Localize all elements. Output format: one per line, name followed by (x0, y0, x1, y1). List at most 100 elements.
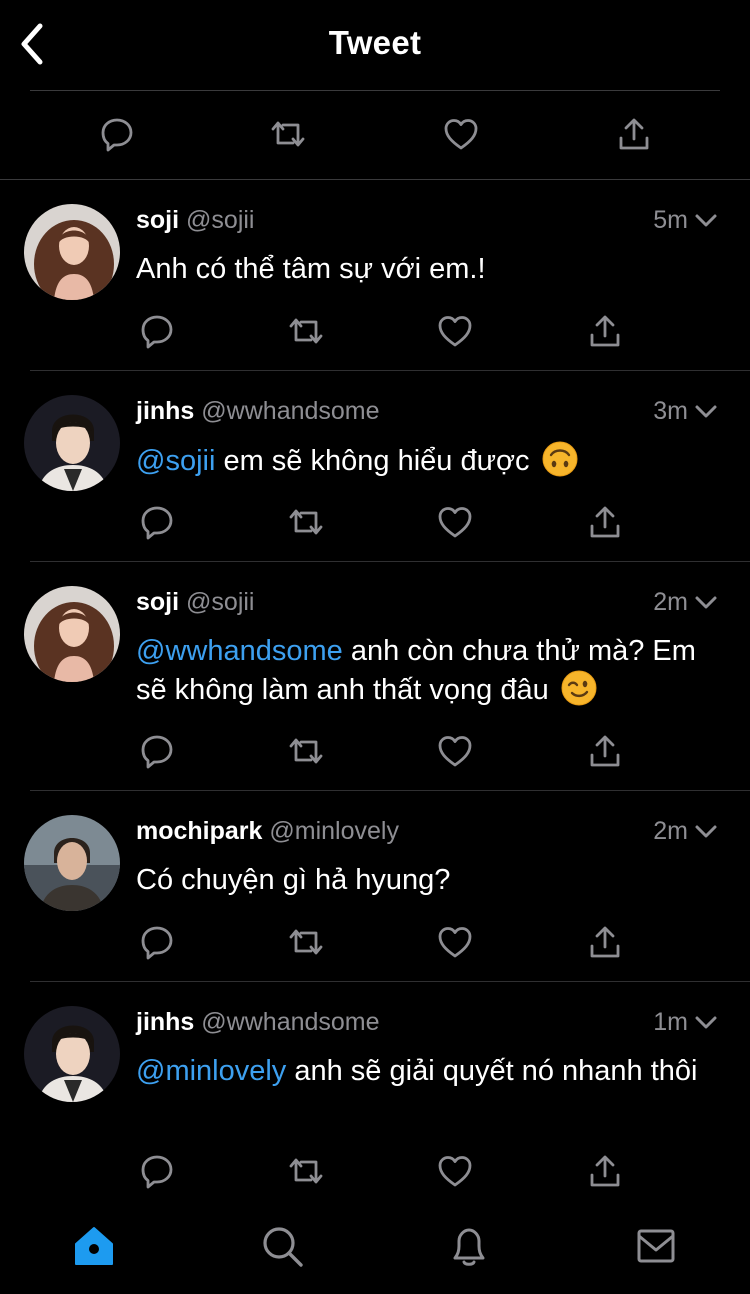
retweet-icon (289, 318, 323, 344)
mention-link[interactable]: @sojii (136, 445, 215, 477)
mention-link[interactable]: @minlovely (136, 1055, 286, 1087)
avatar[interactable] (24, 204, 120, 300)
avatar[interactable] (24, 815, 120, 911)
retweet-button[interactable] (286, 731, 326, 771)
tweet-text: @minlovely anh sẽ giải quyết nó nhanh th… (136, 1052, 726, 1090)
share-button[interactable] (585, 502, 625, 542)
notifications-icon (453, 1228, 485, 1266)
tweet-body: Anh có thể tâm sự với em.! (136, 253, 486, 285)
chevron-down-icon (695, 825, 717, 837)
reply-button[interactable] (137, 502, 177, 542)
display-name[interactable]: jinhs (136, 397, 194, 425)
like-button[interactable] (435, 1151, 475, 1191)
timestamp: 2m (653, 588, 688, 616)
reply-icon (141, 1155, 173, 1189)
tweet-author: jinhs @wwhandsome (136, 397, 380, 426)
reply-button[interactable] (137, 1151, 177, 1191)
share-button[interactable] (585, 311, 625, 351)
reply-icon (141, 506, 173, 540)
retweet-button[interactable] (286, 1151, 326, 1191)
avatar[interactable] (24, 395, 120, 491)
heart-icon (438, 927, 472, 958)
tab-notifications[interactable] (445, 1222, 493, 1270)
display-name[interactable]: soji (136, 206, 179, 234)
header-divider (30, 90, 720, 91)
retweet-icon (289, 929, 323, 955)
tweet-author: mochipark @minlovely (136, 817, 399, 846)
like-button[interactable] (435, 502, 475, 542)
tab-messages[interactable] (632, 1222, 680, 1270)
user-handle[interactable]: @sojii (186, 206, 254, 234)
avatar[interactable] (24, 1006, 120, 1102)
reply-button[interactable] (97, 114, 137, 154)
retweet-button[interactable] (286, 311, 326, 351)
share-button[interactable] (585, 731, 625, 771)
reply-tweet[interactable]: soji @sojii 5m Anh có thể tâm sự với em.… (0, 180, 750, 370)
heart-icon (438, 507, 472, 538)
reply-tweet[interactable]: jinhs @wwhandsome 3m @sojii em sẽ không … (0, 371, 750, 561)
share-icon (590, 506, 620, 538)
reply-button[interactable] (137, 311, 177, 351)
reply-tweet[interactable]: soji @sojii 2m @wwhandsome anh còn chưa … (0, 562, 750, 790)
like-button[interactable] (441, 114, 481, 154)
heart-icon (438, 1156, 472, 1187)
tab-home[interactable] (70, 1222, 118, 1270)
timestamp-menu[interactable]: 2m (653, 817, 718, 846)
tweet-author: soji @sojii (136, 206, 254, 235)
tweet-author: jinhs @wwhandsome (136, 1008, 380, 1037)
reply-button[interactable] (137, 922, 177, 962)
share-icon (590, 926, 620, 958)
share-button[interactable] (614, 114, 654, 154)
retweet-button[interactable] (286, 502, 326, 542)
retweet-button[interactable] (286, 922, 326, 962)
share-icon (590, 315, 620, 347)
messages-icon (637, 1229, 675, 1263)
upside-down-face-icon (542, 441, 578, 477)
timestamp: 2m (653, 817, 688, 845)
reply-button[interactable] (137, 731, 177, 771)
timestamp-menu[interactable]: 2m (653, 588, 718, 617)
search-icon (263, 1227, 303, 1267)
share-button[interactable] (585, 1151, 625, 1191)
main-tweet-actions (0, 100, 750, 170)
chevron-down-icon (695, 596, 717, 608)
top-bar: Tweet (0, 0, 750, 90)
page-title: Tweet (328, 24, 422, 61)
like-button[interactable] (435, 311, 475, 351)
heart-icon (438, 316, 472, 347)
display-name[interactable]: jinhs (136, 1008, 194, 1036)
like-button[interactable] (435, 731, 475, 771)
user-handle[interactable]: @sojii (186, 588, 254, 616)
tweet-text: Anh có thể tâm sự với em.! (136, 250, 726, 288)
user-handle[interactable]: @minlovely (269, 817, 399, 845)
display-name[interactable]: soji (136, 588, 179, 616)
mention-link[interactable]: @wwhandsome (136, 635, 343, 667)
tweet-body: Có chuyện gì hả hyung? (136, 864, 451, 896)
reply-icon (141, 926, 173, 960)
timestamp-menu[interactable]: 3m (653, 397, 718, 426)
like-button[interactable] (435, 922, 475, 962)
user-handle[interactable]: @wwhandsome (201, 397, 379, 425)
timestamp: 1m (653, 1008, 688, 1036)
timestamp-menu[interactable]: 5m (653, 206, 718, 235)
reply-icon (141, 315, 173, 349)
chevron-down-icon (695, 1016, 717, 1028)
retweet-icon (289, 738, 323, 764)
bottom-tab-bar (0, 1204, 750, 1294)
retweet-button[interactable] (268, 114, 308, 154)
display-name[interactable]: mochipark (136, 817, 262, 845)
share-icon (590, 735, 620, 767)
user-handle[interactable]: @wwhandsome (201, 1008, 379, 1036)
retweet-icon (289, 1158, 323, 1184)
share-button[interactable] (585, 922, 625, 962)
timestamp-menu[interactable]: 1m (653, 1008, 718, 1037)
tab-search[interactable] (258, 1222, 306, 1270)
reply-tweet[interactable]: mochipark @minlovely 2m Có chuyện gì hả … (0, 791, 750, 981)
heart-icon (438, 736, 472, 767)
reply-icon (141, 735, 173, 769)
winking-face-icon (561, 670, 597, 706)
avatar[interactable] (24, 586, 120, 682)
reply-icon (101, 118, 133, 152)
reply-tweet[interactable]: jinhs @wwhandsome 1m @minlovely anh sẽ g… (0, 982, 750, 1204)
timestamp: 5m (653, 206, 688, 234)
